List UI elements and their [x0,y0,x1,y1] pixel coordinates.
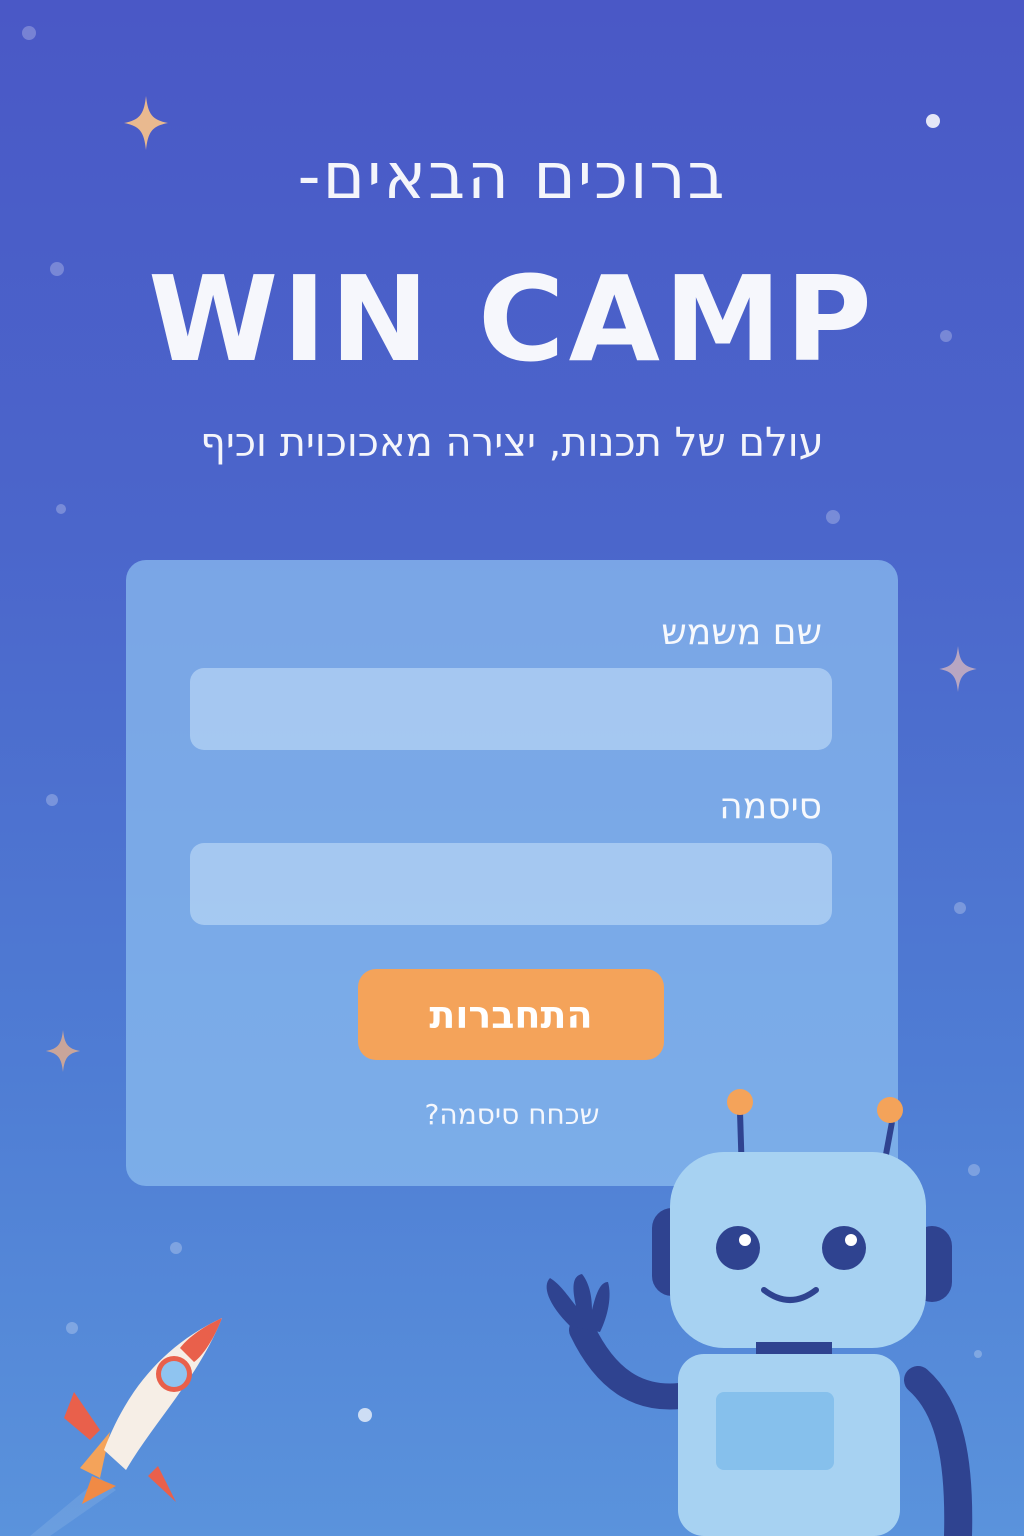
welcome-heading: ברוכים הבאים- [297,140,727,214]
star-dot [358,1408,372,1422]
password-label: סיסמה [719,786,822,827]
tagline: עולם של תכנות, יצירה מאכוכוית וכיף [200,420,824,466]
brand-title: WIN CAMP [148,250,876,388]
sparkle-icon [939,646,977,692]
star-dot [826,510,840,524]
star-dot [170,1242,182,1254]
password-input[interactable] [190,843,832,925]
rocket-icon [30,1318,222,1536]
robot-icon [546,1089,973,1536]
star-dot [22,26,36,40]
login-button[interactable]: התחברות [358,969,664,1060]
login-screen: ברוכים הבאים- WIN CAMP עולם של תכנות, יצ… [0,0,1024,1536]
username-input[interactable] [190,668,832,750]
star-dot [46,794,58,806]
star-dot [954,902,966,914]
star-dot [926,114,940,128]
sparkle-icon [45,1030,81,1072]
username-label: שם משמש [661,612,822,653]
star-dot [56,504,66,514]
